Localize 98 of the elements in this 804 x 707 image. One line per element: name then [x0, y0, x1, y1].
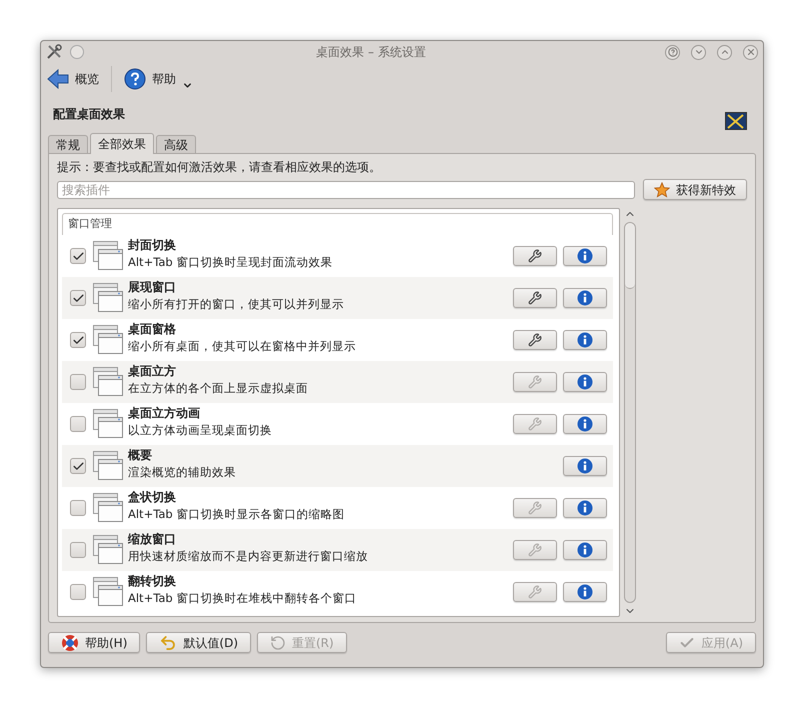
info-button[interactable]	[563, 582, 607, 602]
info-button[interactable]	[563, 372, 607, 392]
effect-description: 渲染概览的辅助效果	[128, 464, 237, 481]
windows-icon	[92, 534, 124, 566]
wrench-icon	[528, 333, 542, 347]
reset-icon	[270, 634, 286, 650]
effect-name: 桌面立方	[128, 363, 177, 380]
wrench-icon	[528, 291, 542, 305]
effect-name: 缩放窗口	[128, 531, 177, 548]
info-button[interactable]	[563, 288, 607, 308]
configure-button[interactable]	[513, 330, 557, 350]
info-button[interactable]	[563, 246, 607, 266]
checkbox[interactable]	[70, 458, 86, 474]
windows-icon	[92, 366, 124, 398]
footer-button[interactable]: 帮助(H)	[48, 632, 140, 653]
undo-arrow-icon	[159, 634, 178, 652]
effect-description: 在立方体的各个面上显示虚拟桌面	[128, 380, 309, 397]
effect-description: 缩小所有打开的窗口，使其可以并列显示	[128, 296, 345, 313]
info-icon	[577, 458, 593, 474]
get-new-effects-button[interactable]: 获得新特效	[643, 179, 747, 200]
check-icon	[72, 334, 84, 346]
effect-row[interactable]: 桌面立方 在立方体的各个面上显示虚拟桌面	[62, 361, 613, 403]
minimize-icon[interactable]	[691, 44, 706, 60]
wrench-icon	[528, 375, 542, 389]
info-icon	[577, 584, 593, 600]
wrench-icon	[528, 249, 542, 263]
effect-name: 桌面窗格	[128, 321, 177, 338]
effect-name: 盒状切换	[128, 489, 177, 506]
check-icon	[72, 250, 84, 262]
effect-name: 概要	[128, 447, 153, 464]
windows-icon	[92, 240, 124, 272]
checkbox[interactable]	[70, 332, 86, 348]
check-icon	[72, 292, 84, 304]
windows-icon	[92, 324, 124, 356]
info-button[interactable]	[563, 498, 607, 518]
effect-description: 用快速材质缩放而不是内容更新进行窗口缩放	[128, 548, 369, 565]
back-arrow-icon	[47, 69, 69, 89]
effect-row[interactable]: 概要 渲染概览的辅助效果	[62, 445, 613, 487]
checkbox[interactable]	[70, 290, 86, 306]
effect-name: 桌面立方动画	[128, 405, 201, 422]
effect-name: 翻转切换	[128, 573, 177, 590]
tab[interactable]: 常规	[48, 135, 88, 153]
info-icon	[577, 290, 593, 306]
effect-description: 缩小所有桌面，使其可以在窗格中并列显示	[128, 338, 357, 355]
info-icon	[577, 416, 593, 432]
lifebuoy-icon	[61, 634, 79, 652]
effect-description: Alt+Tab 窗口切换时呈现封面流动效果	[128, 254, 334, 271]
wrench-icon	[528, 417, 542, 431]
overview-button[interactable]: 概览	[47, 69, 99, 89]
effect-row[interactable]: 展现窗口 缩小所有打开的窗口，使其可以并列显示	[62, 277, 613, 319]
wrench-icon	[528, 585, 542, 599]
windows-icon	[92, 408, 124, 440]
info-button[interactable]	[563, 540, 607, 560]
windows-icon	[92, 576, 124, 608]
effect-row[interactable]: 缩放窗口 用快速材质缩放而不是内容更新进行窗口缩放	[62, 529, 613, 571]
windows-icon	[92, 282, 124, 314]
maximize-icon[interactable]	[717, 44, 732, 60]
check-icon	[72, 460, 84, 472]
wrench-icon	[528, 543, 542, 557]
checkbox[interactable]	[70, 500, 86, 516]
tab[interactable]: 全部效果	[90, 133, 154, 154]
checkbox[interactable]	[70, 584, 86, 600]
info-button[interactable]	[563, 414, 607, 434]
effect-description: 以立方体动画呈现桌面切换	[128, 422, 273, 439]
checkbox[interactable]	[70, 374, 86, 390]
desktop-tools-icon	[725, 112, 747, 132]
info-icon	[577, 248, 593, 264]
help-icon	[124, 68, 146, 90]
help-icon[interactable]	[665, 44, 680, 60]
configure-button[interactable]	[513, 246, 557, 266]
tab[interactable]: 高级	[156, 135, 196, 153]
info-icon	[577, 374, 593, 390]
help-button[interactable]: 帮助	[124, 68, 193, 90]
checkbox[interactable]	[70, 416, 86, 432]
checkbox[interactable]	[70, 248, 86, 264]
configure-button[interactable]	[513, 288, 557, 308]
star-icon	[654, 182, 670, 198]
window-title: 桌面效果 – 系统设置	[316, 45, 426, 59]
checkbox[interactable]	[70, 542, 86, 558]
wrench-icon	[528, 501, 542, 515]
effect-name: 展现窗口	[128, 279, 177, 296]
footer-button[interactable]: 默认值(D)	[146, 632, 251, 653]
info-button[interactable]	[563, 456, 607, 476]
page-heading: 配置桌面效果	[53, 106, 125, 123]
close-icon[interactable]	[743, 44, 758, 60]
windows-icon	[92, 492, 124, 524]
tools-icon	[46, 44, 62, 60]
effect-name: 封面切换	[128, 237, 177, 254]
windows-icon	[92, 450, 124, 482]
info-button[interactable]	[563, 330, 607, 350]
info-icon	[577, 542, 593, 558]
hint-text: 提示：要查找或配置如何激活效果，请查看相应效果的选项。	[57, 159, 382, 175]
info-icon	[577, 332, 593, 348]
info-icon	[577, 500, 593, 516]
scroll-thumb[interactable]	[625, 223, 635, 289]
effect-description: Alt+Tab 窗口切换时在堆栈中翻转各个窗口	[128, 590, 358, 607]
search-field[interactable]: 搜索插件	[57, 180, 635, 198]
effect-description: Alt+Tab 窗口切换时显示各窗口的缩略图	[128, 506, 346, 523]
